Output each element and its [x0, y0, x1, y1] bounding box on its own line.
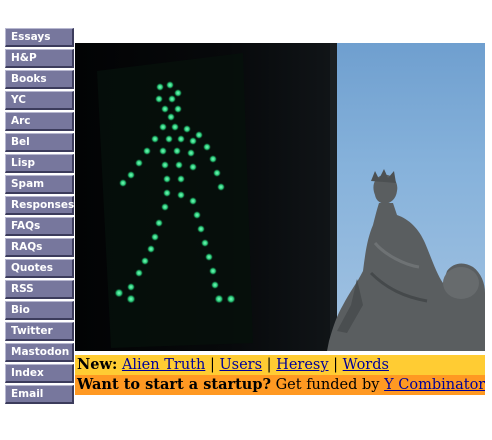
nav-rss[interactable]: RSS	[5, 280, 74, 299]
news-banner: New: Alien Truth | Users | Heresy | Word…	[75, 355, 485, 375]
startup-banner: Want to start a startup? Get funded by Y…	[75, 375, 485, 395]
nav-bel[interactable]: Bel	[5, 133, 74, 152]
link-words[interactable]: Words	[343, 357, 389, 373]
nav-raqs[interactable]: RAQs	[5, 238, 74, 257]
news-prefix: New:	[77, 356, 118, 373]
page: Essays H&P Books YC Arc Bel Lisp Spam Re…	[0, 0, 492, 440]
startup-text: Get funded by	[275, 377, 380, 393]
nav-spam[interactable]: Spam	[5, 175, 74, 194]
nav-responses[interactable]: Responses	[5, 196, 74, 215]
hero-photo	[75, 43, 485, 351]
nav-index[interactable]: Index	[5, 364, 74, 383]
nav-books[interactable]: Books	[5, 70, 74, 89]
nav-hp[interactable]: H&P	[5, 49, 74, 68]
hero-image	[75, 43, 485, 351]
nav-email[interactable]: Email	[5, 385, 74, 404]
news-separator: |	[266, 357, 272, 373]
nav-yc[interactable]: YC	[5, 91, 74, 110]
news-separator: |	[333, 357, 339, 373]
nav-faqs[interactable]: FAQs	[5, 217, 74, 236]
link-y-combinator[interactable]: Y Combinator	[384, 377, 485, 393]
link-alien-truth[interactable]: Alien Truth	[122, 357, 205, 373]
startup-lead: Want to start a startup?	[77, 376, 271, 393]
nav-quotes[interactable]: Quotes	[5, 259, 74, 278]
link-heresy[interactable]: Heresy	[276, 357, 328, 373]
nav-twitter[interactable]: Twitter	[5, 322, 74, 341]
news-separator: |	[209, 357, 215, 373]
nav-arc[interactable]: Arc	[5, 112, 74, 131]
statue-image	[327, 169, 485, 351]
nav-mastodon[interactable]: Mastodon	[5, 343, 74, 362]
nav-bio[interactable]: Bio	[5, 301, 74, 320]
nav-lisp[interactable]: Lisp	[5, 154, 74, 173]
sidebar-nav: Essays H&P Books YC Arc Bel Lisp Spam Re…	[5, 28, 74, 406]
nav-essays[interactable]: Essays	[5, 28, 74, 47]
link-users[interactable]: Users	[219, 357, 262, 373]
